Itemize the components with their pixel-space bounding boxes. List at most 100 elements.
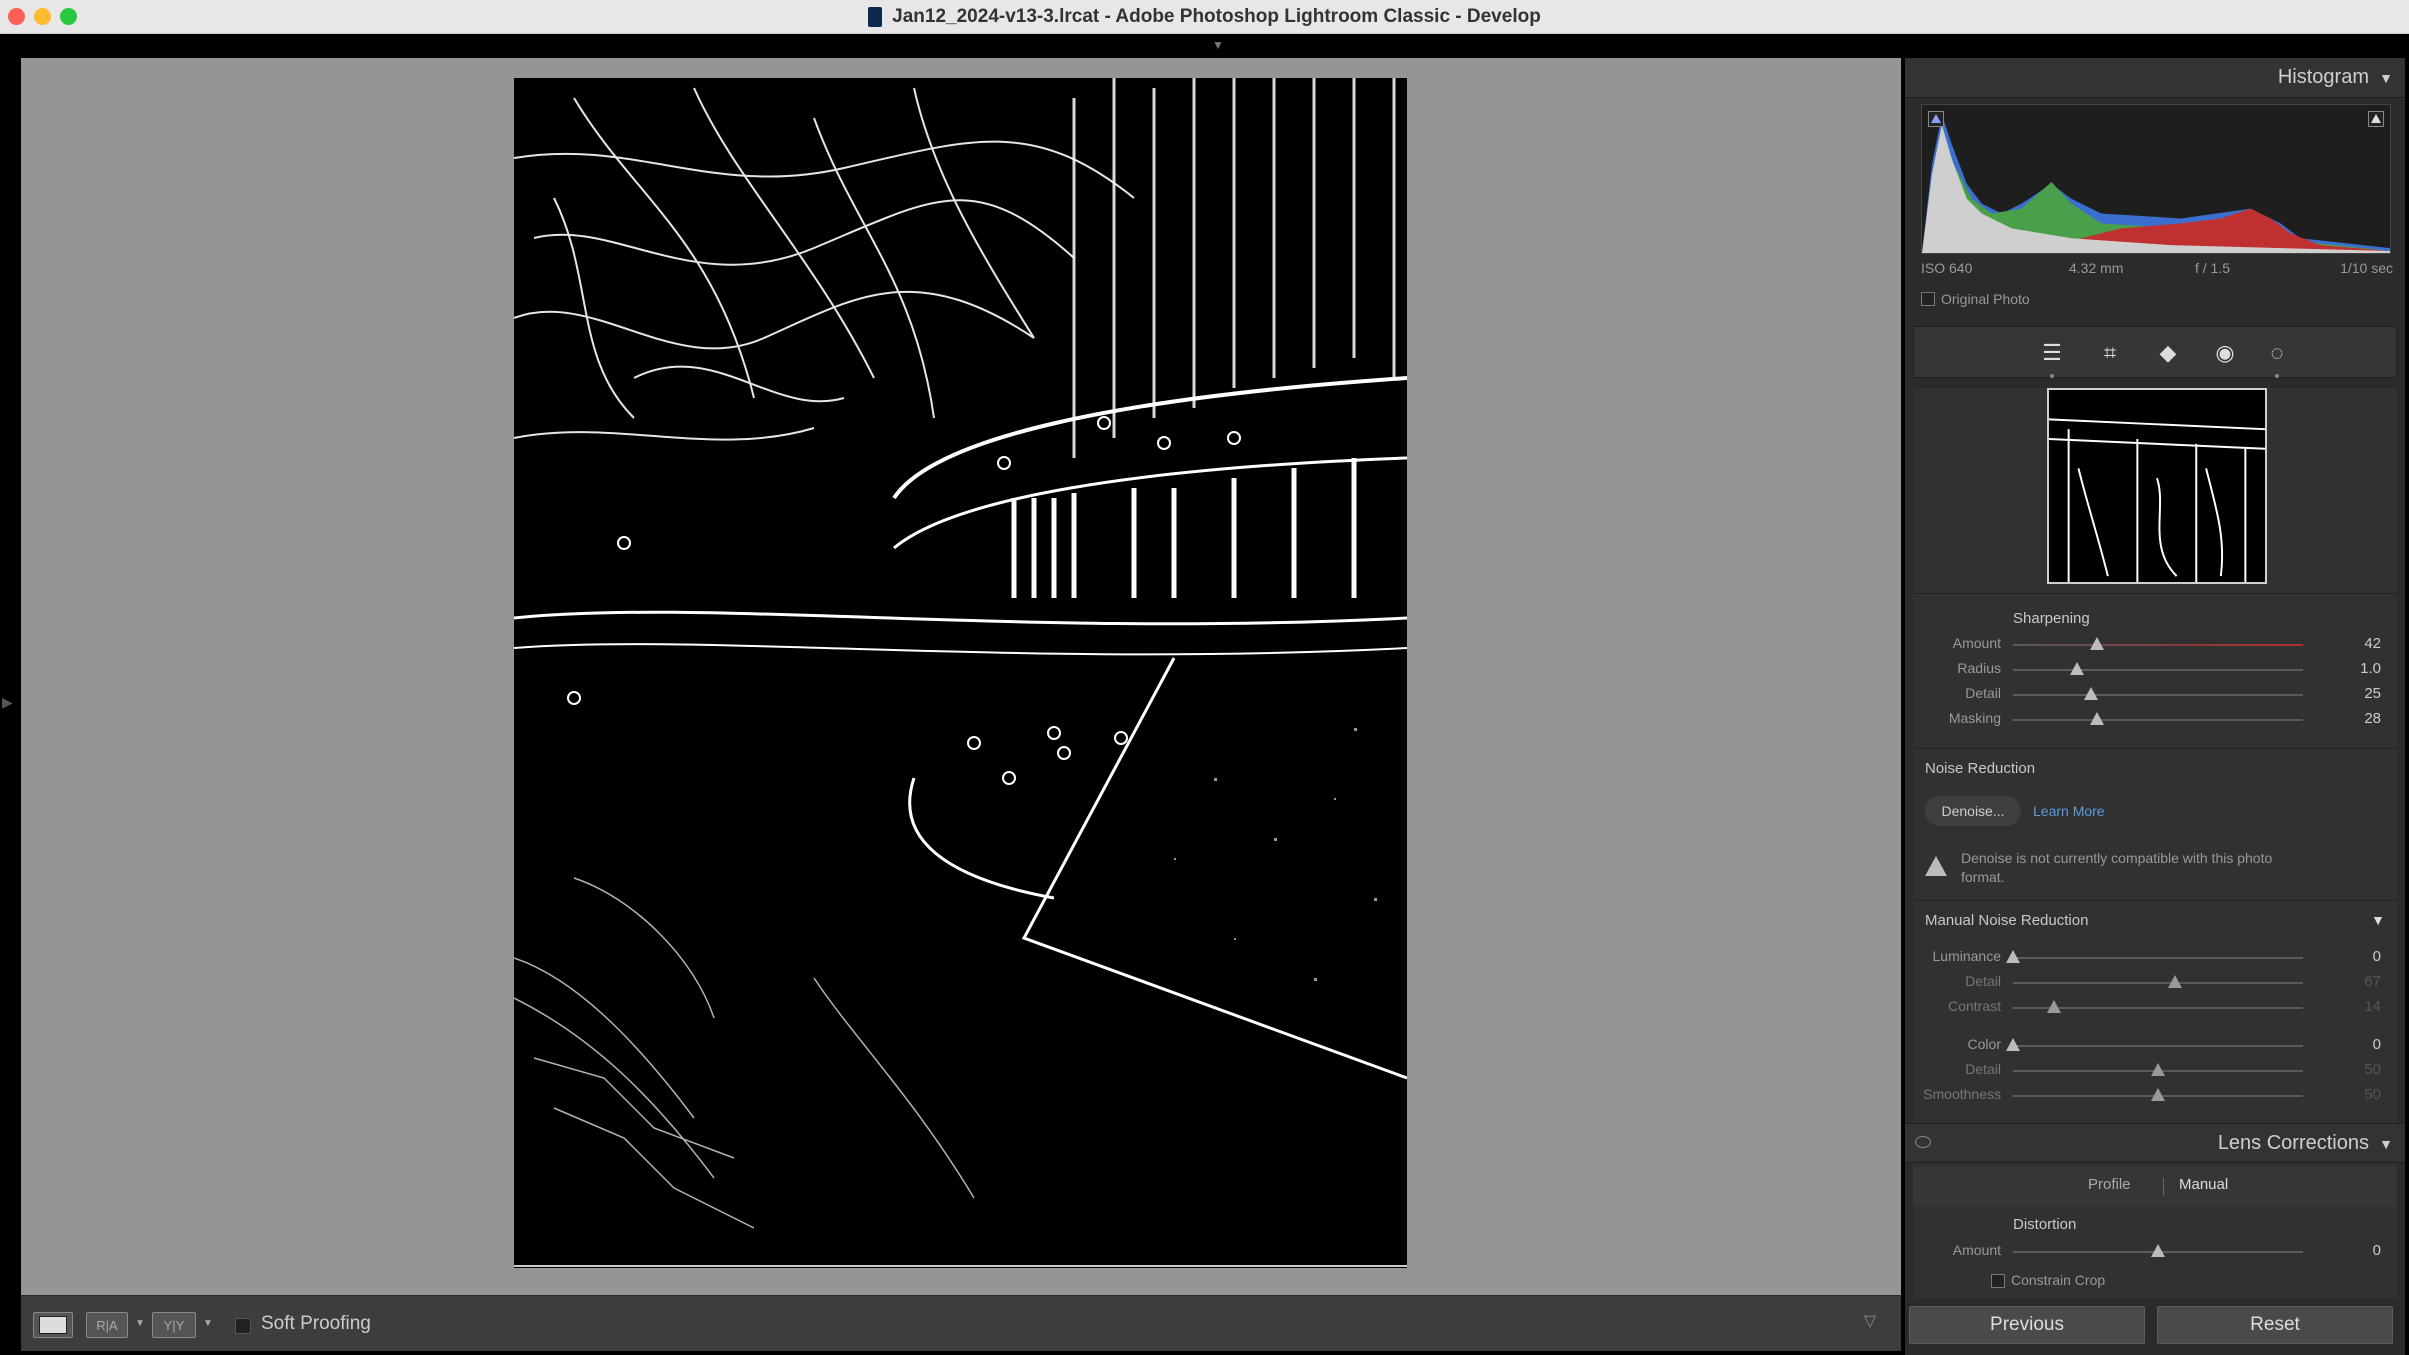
photo-preview[interactable] [514,78,1407,1268]
luminance-detail-handle[interactable] [2168,975,2183,988]
sharpen-detail-slider[interactable] [2013,687,2303,700]
before-after-copy-button[interactable]: Y|Y [152,1312,196,1338]
manual-noise-reduction-title[interactable]: Manual Noise Reduction [1925,912,2088,929]
collapse-top-panel-icon[interactable]: ▼ [1212,38,1224,52]
smoothness-label: Smoothness [1923,1086,2001,1102]
histogram-curve [1922,114,2390,253]
copy-settings-menu-caret-icon[interactable]: ▼ [203,1318,213,1329]
photo-sharpening-mask-image [514,78,1407,1268]
histogram-header[interactable]: Histogram ▼ [1905,58,2405,98]
masking-icon[interactable]: ◌ [2264,340,2290,366]
sharpen-detail-value[interactable]: 25 [2321,685,2381,702]
luminance-detail-value[interactable]: 67 [2321,973,2381,990]
healing-eraser-icon[interactable]: ◆ [2155,340,2181,366]
luminance-contrast-value[interactable]: 14 [2321,998,2381,1015]
divider [1913,900,2397,901]
iso-readout: ISO 640 [1921,260,1973,276]
histogram-graph[interactable] [1921,104,2391,254]
denoise-button[interactable]: Denoise... [1925,796,2021,826]
constrain-crop-checkbox[interactable] [1991,1274,2005,1288]
title-bar: Jan12_2024-v13-3.lrcat - Adobe Photoshop… [0,0,2409,34]
window-title-wrap: Jan12_2024-v13-3.lrcat - Adobe Photoshop… [0,0,2409,34]
sharpen-radius-value[interactable]: 1.0 [2321,660,2381,677]
bottom-buttons: Previous Reset [1905,1298,2405,1355]
smoothness-handle[interactable] [2151,1088,2165,1101]
sharpen-masking-label: Masking [1948,710,2001,726]
image-canvas[interactable] [21,58,1901,1295]
eye-visibility-icon[interactable] [1915,1136,1931,1148]
sharpen-radius-label: Radius [1957,660,2001,676]
color-label: Color [1967,1036,2001,1052]
color-nr-slider[interactable] [2006,1038,2303,1051]
smoothness-value[interactable]: 50 [2321,1086,2381,1103]
active-tool-indicator [2050,374,2054,378]
before-after-left-right-button[interactable]: R|A [86,1312,128,1338]
sharpen-amount-label: Amount [1952,635,2001,651]
distortion-amount-slider[interactable] [2013,1244,2303,1257]
sharpen-amount-value[interactable]: 42 [2321,635,2381,652]
sharpen-masking-handle[interactable] [2090,712,2105,725]
toolbar-options-chevron-icon[interactable]: ▽ [1857,1311,1883,1337]
luminance-label: Luminance [1932,948,2002,964]
sharpen-radius-slider[interactable] [2013,662,2303,675]
luminance-contrast-slider[interactable] [2013,1000,2303,1013]
expand-left-panel-icon[interactable]: ▶ [2,694,13,711]
luminance-value[interactable]: 0 [2321,948,2381,965]
highlight-clipping-toggle[interactable] [2368,111,2384,127]
distortion-title: Distortion [2013,1216,2077,1233]
color-detail-value[interactable]: 50 [2321,1061,2381,1078]
luminance-contrast-handle[interactable] [2046,1000,2061,1013]
color-nr-handle[interactable] [2006,1038,2020,1051]
histogram-collapse-icon[interactable]: ▼ [2379,70,2393,86]
loupe-view-button[interactable] [33,1312,73,1338]
distortion-amount-handle[interactable] [2151,1244,2165,1257]
distortion-amount-value[interactable]: 0 [2321,1242,2381,1259]
sharpen-masking-value[interactable]: 28 [2321,710,2381,727]
tab-profile[interactable]: Profile [2088,1176,2131,1193]
previous-button[interactable]: Previous [1909,1306,2145,1344]
luminance-detail-slider[interactable] [2013,975,2303,988]
manual-nr-collapse-icon[interactable]: ▼ [2371,912,2385,928]
denoise-warning-text: Denoise is not currently compatible with… [1961,850,2273,885]
color-detail-label: Detail [1965,1061,2001,1077]
color-value[interactable]: 0 [2321,1036,2381,1053]
shadow-clipping-toggle[interactable] [1928,111,1944,127]
sharpen-masking-slider[interactable] [2013,712,2303,725]
luminance-detail-label: Detail [1965,973,2001,989]
window-title: Jan12_2024-v13-3.lrcat - Adobe Photoshop… [892,6,1541,27]
original-photo-toggle[interactable]: Original Photo [1921,291,2030,307]
crop-icon[interactable]: ⌗ [2097,340,2123,366]
red-eye-icon[interactable]: ◉ [2212,340,2238,366]
sharpen-detail-handle[interactable] [2084,687,2099,700]
before-after-menu-caret-icon[interactable]: ▼ [135,1318,145,1329]
edit-sliders-icon[interactable]: ☰ [2039,340,2065,366]
color-detail-slider[interactable] [2013,1063,2303,1076]
soft-proofing-checkbox[interactable] [235,1318,251,1334]
right-panel: Histogram ▼ ISO 640 4.32 mm f / 1.5 1/10… [1905,58,2405,1355]
divider [1913,593,2397,594]
sharpen-radius-handle[interactable] [2069,662,2084,675]
color-detail-handle[interactable] [2151,1063,2165,1076]
constrain-crop-label: Constrain Crop [2011,1272,2106,1288]
luminance-contrast-label: Contrast [1948,998,2001,1014]
lens-corrections-header[interactable]: Lens Corrections ▼ [1905,1123,2405,1163]
detail-zoom-preview[interactable] [2047,388,2267,584]
lens-corrections-title: Lens Corrections [2217,1132,2369,1154]
reset-button[interactable]: Reset [2157,1306,2393,1344]
tab-manual[interactable]: Manual [2179,1176,2228,1193]
original-photo-checkbox[interactable] [1921,292,1935,306]
sharpen-amount-handle[interactable] [2090,637,2105,650]
soft-proofing-label: Soft Proofing [261,1313,371,1334]
tool-strip: ☰ ⌗ ◆ ◉ ◌ [1913,326,2397,378]
luminance-handle[interactable] [2006,950,2020,963]
luminance-slider[interactable] [2006,950,2303,963]
learn-more-link[interactable]: Learn More [2033,803,2105,819]
noise-reduction-title: Noise Reduction [1925,760,2036,777]
bottom-toolbar: R|A ▼ Y|Y ▼ Soft Proofing ▽ [21,1295,1901,1351]
detail-preview-image [2049,390,2265,582]
original-photo-label: Original Photo [1941,291,2030,307]
lens-corrections-collapse-icon[interactable]: ▼ [2379,1136,2393,1152]
sharpen-amount-slider[interactable] [2013,637,2303,650]
lens-tabs: Profile Manual [1913,1166,2397,1206]
smoothness-slider[interactable] [2013,1088,2303,1101]
